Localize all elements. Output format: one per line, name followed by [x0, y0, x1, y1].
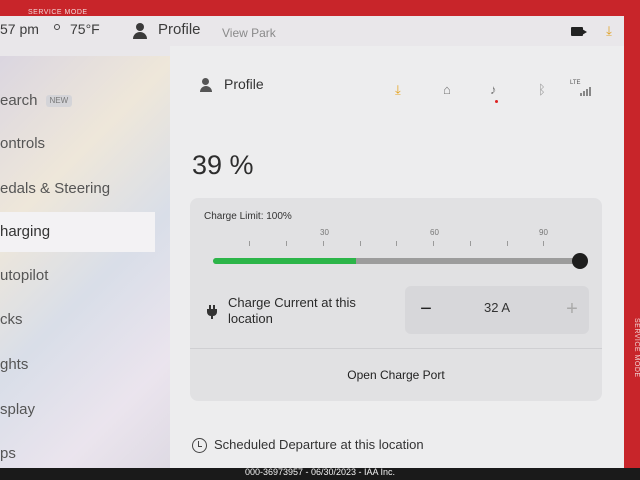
tick-label-90: 90 [539, 228, 548, 237]
slider-tick [433, 241, 434, 246]
decrease-current-button[interactable]: − [413, 294, 439, 324]
new-badge: NEW [45, 95, 73, 108]
sidebar-item-display[interactable]: splay [0, 390, 155, 430]
status-bar: 57 pm 75°F Profile View Park ⤓ [0, 16, 624, 46]
charge-limit-handle[interactable] [572, 253, 588, 269]
tick-label-60: 60 [430, 228, 439, 237]
sidebar-item-trips[interactable]: ps [0, 434, 155, 468]
sidebar-item-lights[interactable]: ghts [0, 345, 155, 385]
user-icon [200, 78, 212, 92]
service-mode-side-banner: SERVICE MODE [633, 318, 640, 378]
bell-icon[interactable]: ♪ [490, 82, 497, 97]
service-mode-banner: SERVICE MODE [28, 9, 88, 16]
sidebar-item-label: earch [0, 92, 38, 109]
sidebar-item-label: splay [0, 401, 36, 418]
plug-icon [206, 305, 218, 319]
sidebar-item-label: harging [0, 223, 51, 240]
charging-panel: Profile ⤓ ⌂ ♪ ᛒ LTE 39 % Charge Limit: 1… [170, 46, 624, 468]
outside-temperature: 75°F [70, 21, 100, 37]
slider-tick [286, 241, 287, 246]
sidebar-item-controls[interactable]: ontrols [0, 124, 155, 164]
garage-icon[interactable]: ⌂ [443, 82, 451, 97]
sidebar-item-label: edals & Steering [0, 180, 111, 197]
charge-limit-slider[interactable] [213, 258, 579, 264]
thermometer-icon [54, 24, 60, 30]
clock-icon [192, 438, 207, 453]
bluetooth-icon[interactable]: ᛒ [538, 82, 546, 97]
slider-tick [323, 241, 324, 246]
touchscreen: 57 pm 75°F Profile View Park ⤓ earch NEW … [0, 16, 624, 468]
battery-percent: 39 % [192, 150, 254, 180]
sidebar-item-label: ps [0, 445, 16, 462]
slider-tick [360, 241, 361, 246]
sidebar-item-label: ontrols [0, 135, 46, 152]
tick-label-30: 30 [320, 228, 329, 237]
lte-label: LTE [570, 80, 581, 86]
charge-current-label: Charge Current at this location [228, 295, 356, 326]
sidebar-item-label: cks [0, 311, 23, 328]
increase-current-button[interactable]: + [559, 294, 585, 324]
open-charge-port-button[interactable]: Open Charge Port [190, 350, 602, 400]
driver-profile[interactable]: Profile [158, 21, 201, 38]
watermark: 000-36973957 - 06/30/2023 - IAA Inc. [244, 467, 396, 477]
profile-label: Profile [224, 76, 264, 92]
view-mode-label: View Park [222, 26, 276, 40]
charge-limit-label: Charge Limit: 100% [204, 211, 292, 222]
slider-tick [507, 241, 508, 246]
sidebar-item-autopilot[interactable]: utopilot [0, 256, 155, 296]
charge-current-stepper: 32 A − + [405, 286, 589, 334]
charge-settings-card: Charge Limit: 100% 30 60 90 Charge Curre… [190, 198, 602, 401]
sidebar-item-locks[interactable]: cks [0, 300, 155, 340]
lte-signal-icon: LTE [570, 80, 592, 96]
sidebar-item-pedals-steering[interactable]: edals & Steering [0, 169, 155, 209]
sidebar-item-label: ghts [0, 356, 29, 373]
camera-icon[interactable] [571, 27, 587, 36]
slider-tick [543, 241, 544, 246]
scheduled-departure-label[interactable]: Scheduled Departure at this location [214, 437, 424, 452]
download-icon[interactable]: ⤓ [395, 82, 401, 98]
divider [190, 348, 602, 349]
sidebar-item-label: utopilot [0, 267, 49, 284]
notification-dot [495, 100, 498, 103]
sidebar-item-charging[interactable]: harging [0, 212, 155, 252]
sidebar-item-search[interactable]: earch NEW [0, 81, 155, 121]
battery-level-fill [213, 258, 356, 264]
slider-tick [470, 241, 471, 246]
slider-tick [249, 241, 250, 246]
slider-tick [396, 241, 397, 246]
download-icon[interactable]: ⤓ [603, 24, 615, 38]
user-icon[interactable] [133, 23, 147, 39]
clock: 57 pm [0, 21, 39, 37]
